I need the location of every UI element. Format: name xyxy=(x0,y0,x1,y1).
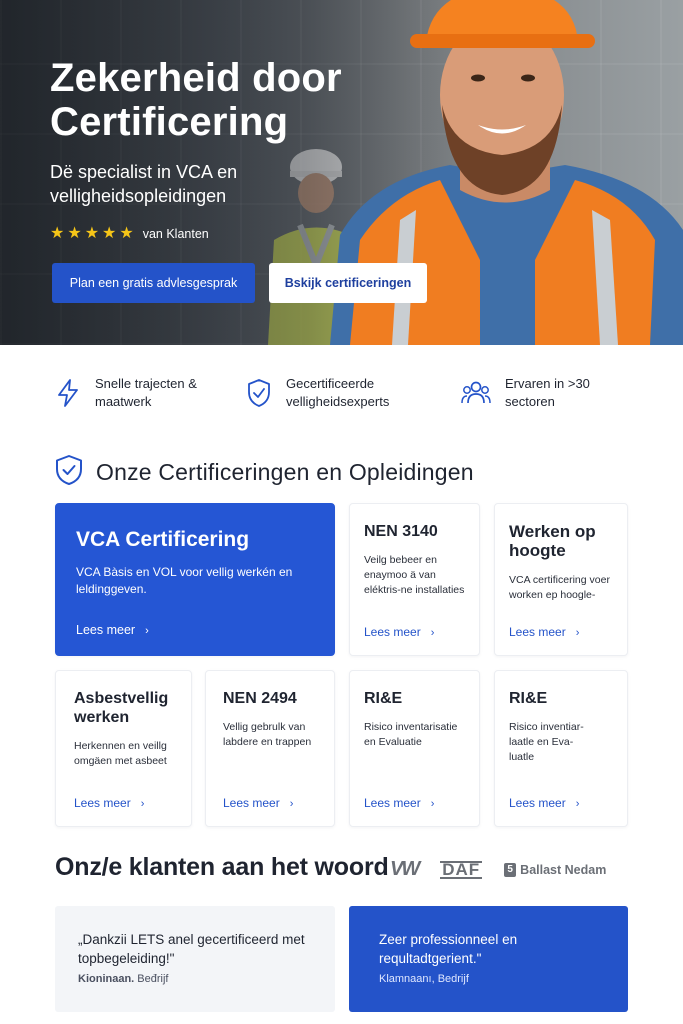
card-title: RI&E xyxy=(509,690,548,707)
testimonials-title: Onz/e klanten aan het woord xyxy=(55,853,389,881)
star-icon: ★ xyxy=(102,225,117,242)
card-nen3140[interactable]: NEN 3140 Veilg bebeer en enaymoo ä van e… xyxy=(349,503,480,656)
read-more-link[interactable]: Lees meer › xyxy=(509,625,579,639)
daf-logo: DAF xyxy=(440,859,483,879)
testimonial-author: Klamnaanı, Bedrijf xyxy=(379,973,469,985)
star-icon: ★ xyxy=(84,225,100,242)
read-more-link[interactable]: Lees meer › xyxy=(76,623,149,637)
read-more-link[interactable]: Lees meer › xyxy=(509,796,579,810)
star-icon: ★ xyxy=(67,225,82,242)
lightning-icon xyxy=(55,377,81,409)
read-more-link[interactable]: Lees meer › xyxy=(364,625,434,639)
hero-subtitle: Dë specialist in VCA en velligheidsoplei… xyxy=(50,162,238,206)
hero-rating: ★ ★ ★ ★ ★ van Klanten xyxy=(50,225,209,243)
testimonial-card: Zeer professionneel en requltadtgerient.… xyxy=(349,906,628,1012)
plan-consultation-button[interactable]: Plan een gratis advlesgesprak xyxy=(52,263,255,303)
features-bar: Snelle trajecten & maatwerk Gecertificee… xyxy=(0,345,683,440)
star-icon: ★ xyxy=(119,225,134,242)
card-description: Risico inventiar-laatle en Eva-luatle xyxy=(509,721,584,763)
card-description: VCA certificering voer worken ep hoogle- xyxy=(509,574,610,601)
testimonial-card: „Dankzii LETS anel gecertificeerd met to… xyxy=(55,906,335,1012)
card-title: Werken op hoogte xyxy=(509,522,596,560)
testimonial-quote: Zeer professionneel en requltadtgerient.… xyxy=(379,932,518,966)
card-title: NEN 2494 xyxy=(223,690,297,707)
card-title: Asbestvellig werken xyxy=(74,690,169,726)
card-rie-1[interactable]: RI&E Risico inventarisatie en Evaluatie … xyxy=(349,670,480,827)
hero-title: Zekerheid door Certificering xyxy=(50,56,342,144)
card-description: Veilg bebeer en enaymoo ä van eléktris-n… xyxy=(364,554,465,596)
shield-check-icon xyxy=(54,454,84,491)
chevron-right-icon: › xyxy=(575,798,580,810)
feature-sectors: Ervaren in >30 sectoren xyxy=(461,375,605,411)
read-more-link[interactable]: Lees meer › xyxy=(223,796,293,810)
card-working-at-height[interactable]: Werken op hoogte VCA certificering voer … xyxy=(494,503,628,656)
testimonial-author: Kioninaan. Beđrijf xyxy=(78,973,169,985)
chevron-right-icon: › xyxy=(430,627,435,639)
read-more-link[interactable]: Lees meer › xyxy=(364,796,434,810)
feature-label: Ervaren in >30 sectoren xyxy=(505,376,590,409)
chevron-right-icon: › xyxy=(575,627,580,639)
chevron-right-icon: › xyxy=(289,798,294,810)
rating-text: van Klanten xyxy=(142,227,209,241)
certifications-heading: Onze Certificeringen en Opleidingen xyxy=(54,454,474,491)
vw-logo: VW xyxy=(390,858,420,880)
testimonial-quote: „Dankzii LETS anel gecertificeerd met to… xyxy=(78,932,305,966)
shield-check-icon xyxy=(246,377,272,409)
ballast-nedam-mark-icon: 5 xyxy=(504,862,517,877)
feature-label: Gecertificeerde velligheidsexperts xyxy=(286,376,390,409)
read-more-link[interactable]: Lees meer › xyxy=(74,796,144,810)
card-description: VCA Bàsis en VOL voor vellig werkén en l… xyxy=(76,565,293,596)
card-rie-2[interactable]: RI&E Risico inventiar-laatle en Eva-luat… xyxy=(494,670,628,827)
chevron-right-icon: › xyxy=(145,625,149,637)
card-title: RI&E xyxy=(364,690,403,707)
feature-fast-tracks: Snelle trajecten & maatwerk xyxy=(55,375,205,411)
card-nen2494[interactable]: NEN 2494 Vellig gebrulk van labdere en t… xyxy=(205,670,335,827)
chevron-right-icon: › xyxy=(140,798,145,810)
people-icon xyxy=(461,377,491,409)
view-certifications-button[interactable]: Bskijk certificeringen xyxy=(269,263,427,303)
star-icon: ★ xyxy=(50,225,65,242)
feature-certified-experts: Gecertificeerde velligheidsexperts xyxy=(246,375,416,411)
card-description: Risico inventarisatie en Evaluatie xyxy=(364,721,458,748)
chevron-right-icon: › xyxy=(430,798,435,810)
card-title: NEN 3140 xyxy=(364,523,438,540)
client-logos: VW DAF 5 Ballast Nedam xyxy=(390,858,606,881)
card-description: Herkennen en veillg omgäen met asbeet xyxy=(74,740,167,767)
hero-section: Zekerheid door Certificering Dë speciali… xyxy=(0,0,683,345)
ballast-nedam-logo: 5 Ballast Nedam xyxy=(504,862,606,877)
feature-label: Snelle trajecten & maatwerk xyxy=(95,376,197,409)
card-description: Vellig gebrulk van labdere en trappen xyxy=(223,721,312,748)
card-asbestos[interactable]: Asbestvellig werken Herkennen en veillg … xyxy=(55,670,192,827)
section-title: Onze Certificeringen en Opleidingen xyxy=(96,459,474,485)
card-vca[interactable]: VCA Certificering VCA Bàsis en VOL voor … xyxy=(55,503,335,656)
card-title: VCA Certificering xyxy=(76,528,250,551)
